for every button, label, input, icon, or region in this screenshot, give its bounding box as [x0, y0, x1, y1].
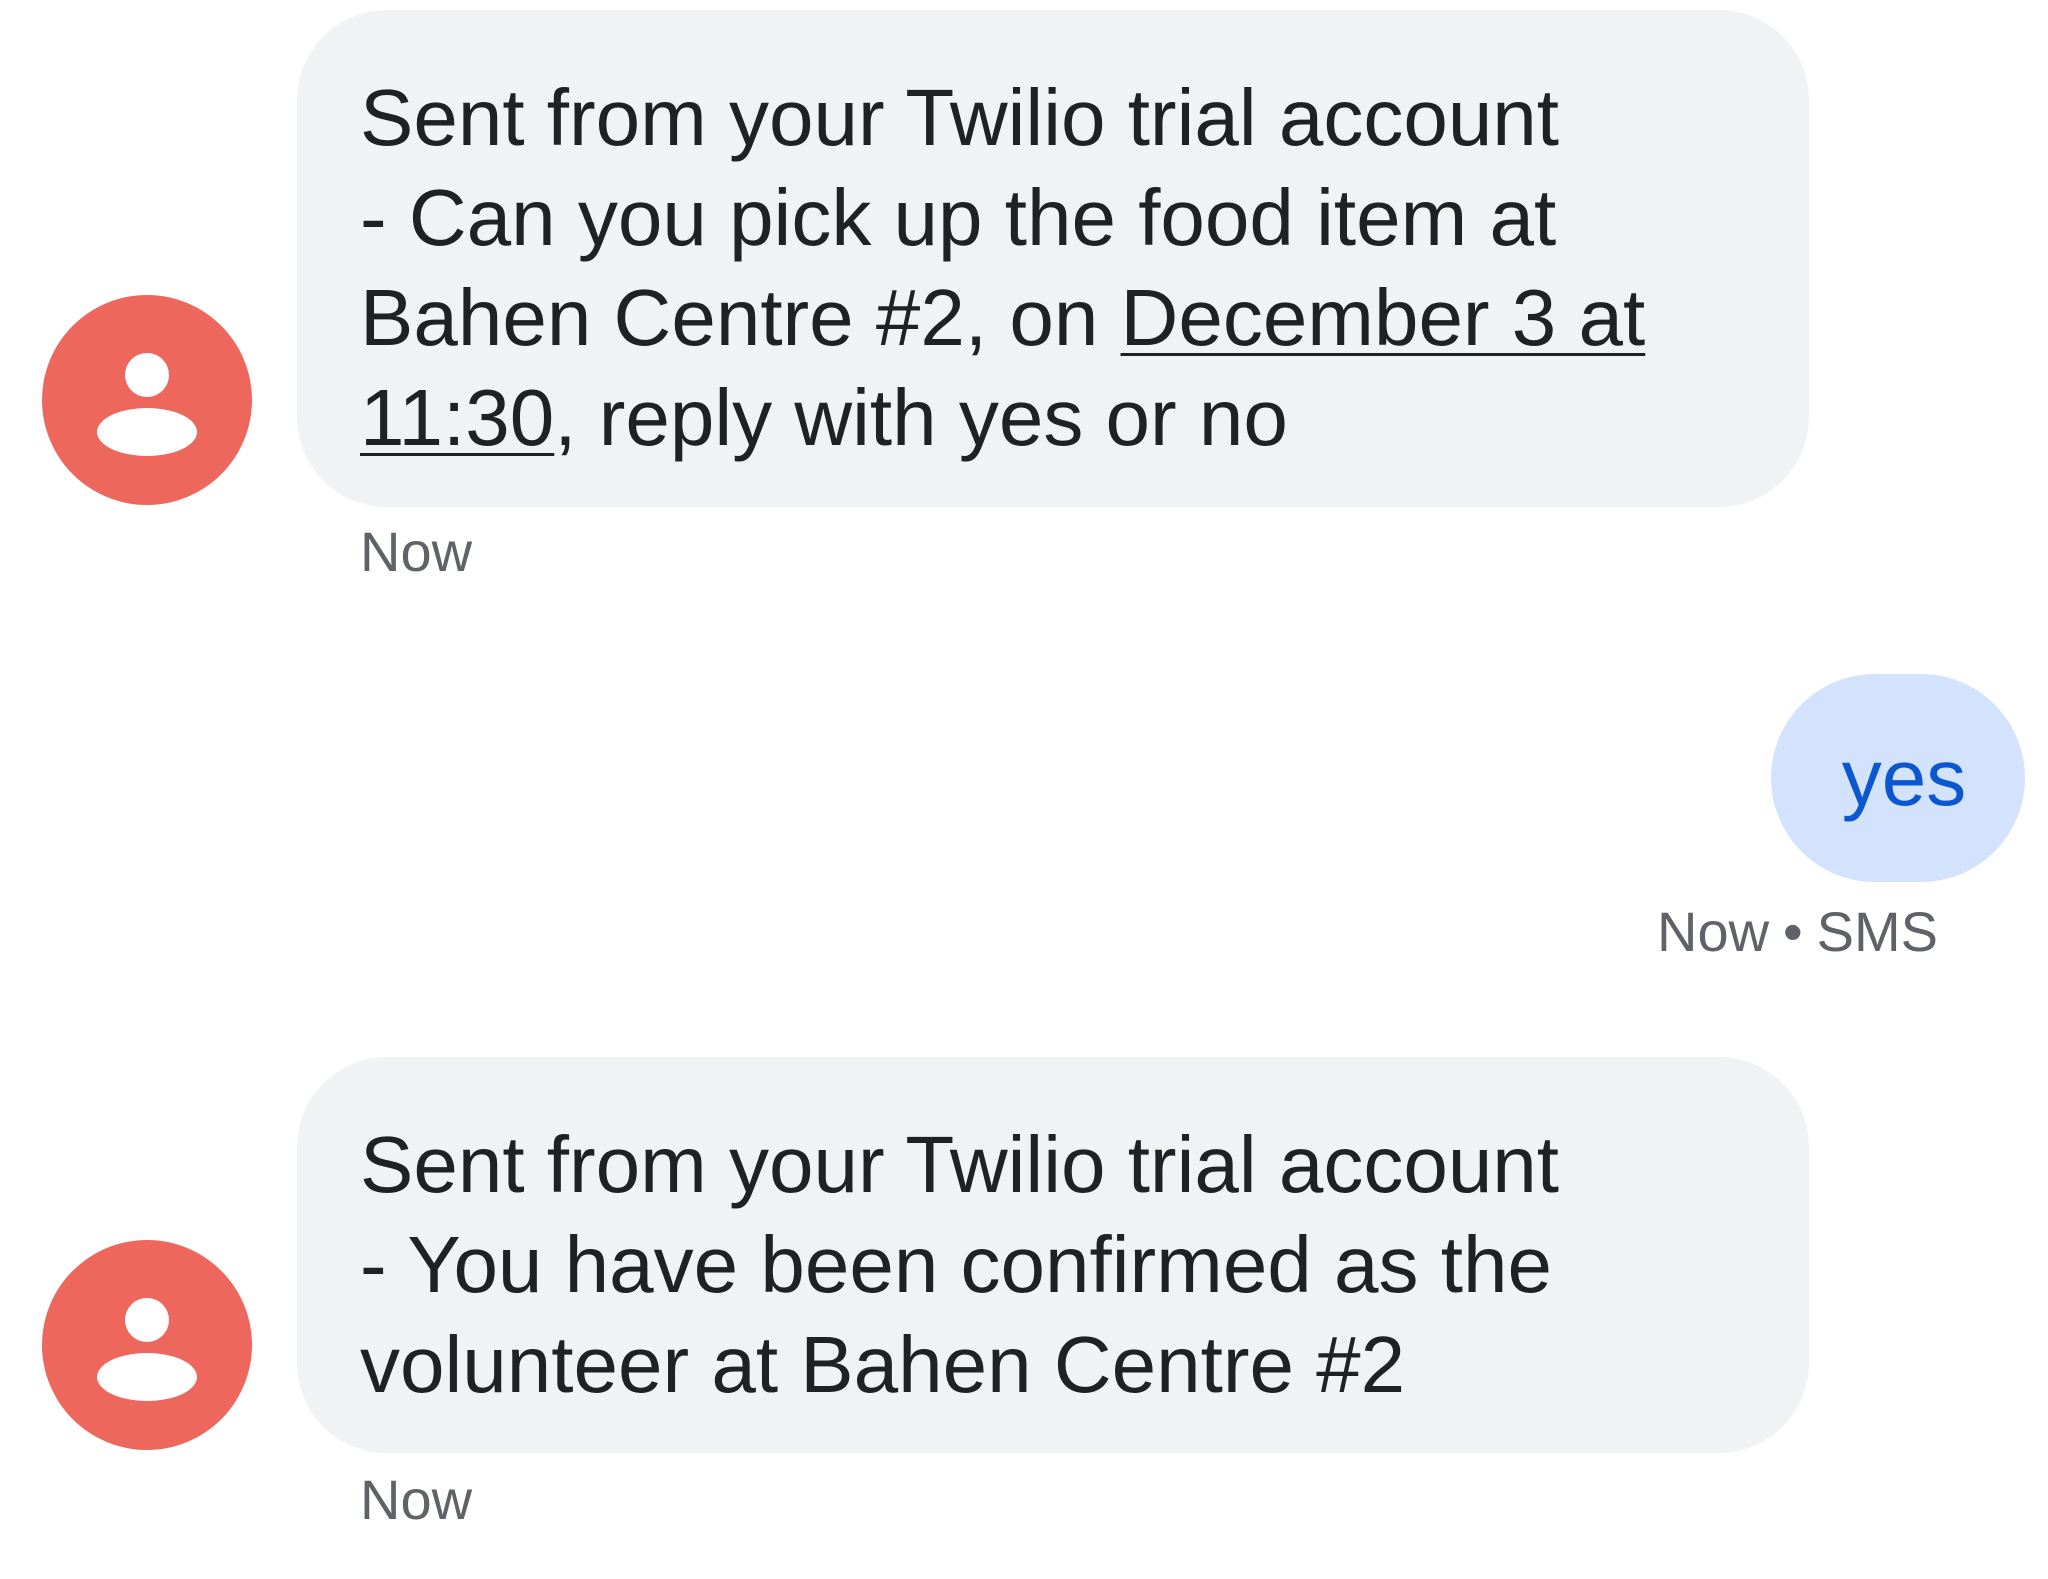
- message-text-line: Sent from your Twilio trial account: [360, 73, 1560, 162]
- message-text-line: Bahen Centre #2, on December 3 at: [360, 268, 1749, 368]
- message-text-line: - You have been confirmed as the: [360, 1220, 1552, 1309]
- incoming-message-bubble[interactable]: Sent from your Twilio trial account - Ca…: [297, 10, 1809, 507]
- message-text: Bahen Centre #2, on: [360, 273, 1121, 362]
- message-timestamp: Now: [360, 520, 473, 583]
- message-timestamp: Now: [1657, 900, 1770, 963]
- message-channel: SMS: [1816, 900, 1938, 963]
- message-thread: Sent from your Twilio trial account - Ca…: [0, 0, 2048, 1579]
- sender-avatar-person-icon[interactable]: [42, 1240, 252, 1450]
- date-link[interactable]: December 3 at: [1121, 273, 1646, 362]
- incoming-message-bubble[interactable]: Sent from your Twilio trial account - Yo…: [297, 1057, 1809, 1453]
- message-status: Now • SMS: [1657, 900, 1938, 964]
- person-icon: [97, 353, 197, 456]
- message-text-line: volunteer at Bahen Centre #2: [360, 1320, 1406, 1409]
- message-text-line: Sent from your Twilio trial account: [360, 1120, 1560, 1209]
- message-text: , reply with yes or no: [554, 373, 1288, 462]
- time-link[interactable]: 11:30: [360, 373, 554, 462]
- separator-dot: •: [1783, 900, 1803, 963]
- message-timestamp: Now: [360, 1468, 473, 1531]
- sender-avatar-person-icon[interactable]: [42, 295, 252, 505]
- message-text-line: - Can you pick up the food item at: [360, 173, 1557, 262]
- person-icon: [97, 1298, 197, 1401]
- outgoing-message-bubble[interactable]: yes: [1771, 674, 2025, 882]
- message-text-line: 11:30, reply with yes or no: [360, 368, 1749, 468]
